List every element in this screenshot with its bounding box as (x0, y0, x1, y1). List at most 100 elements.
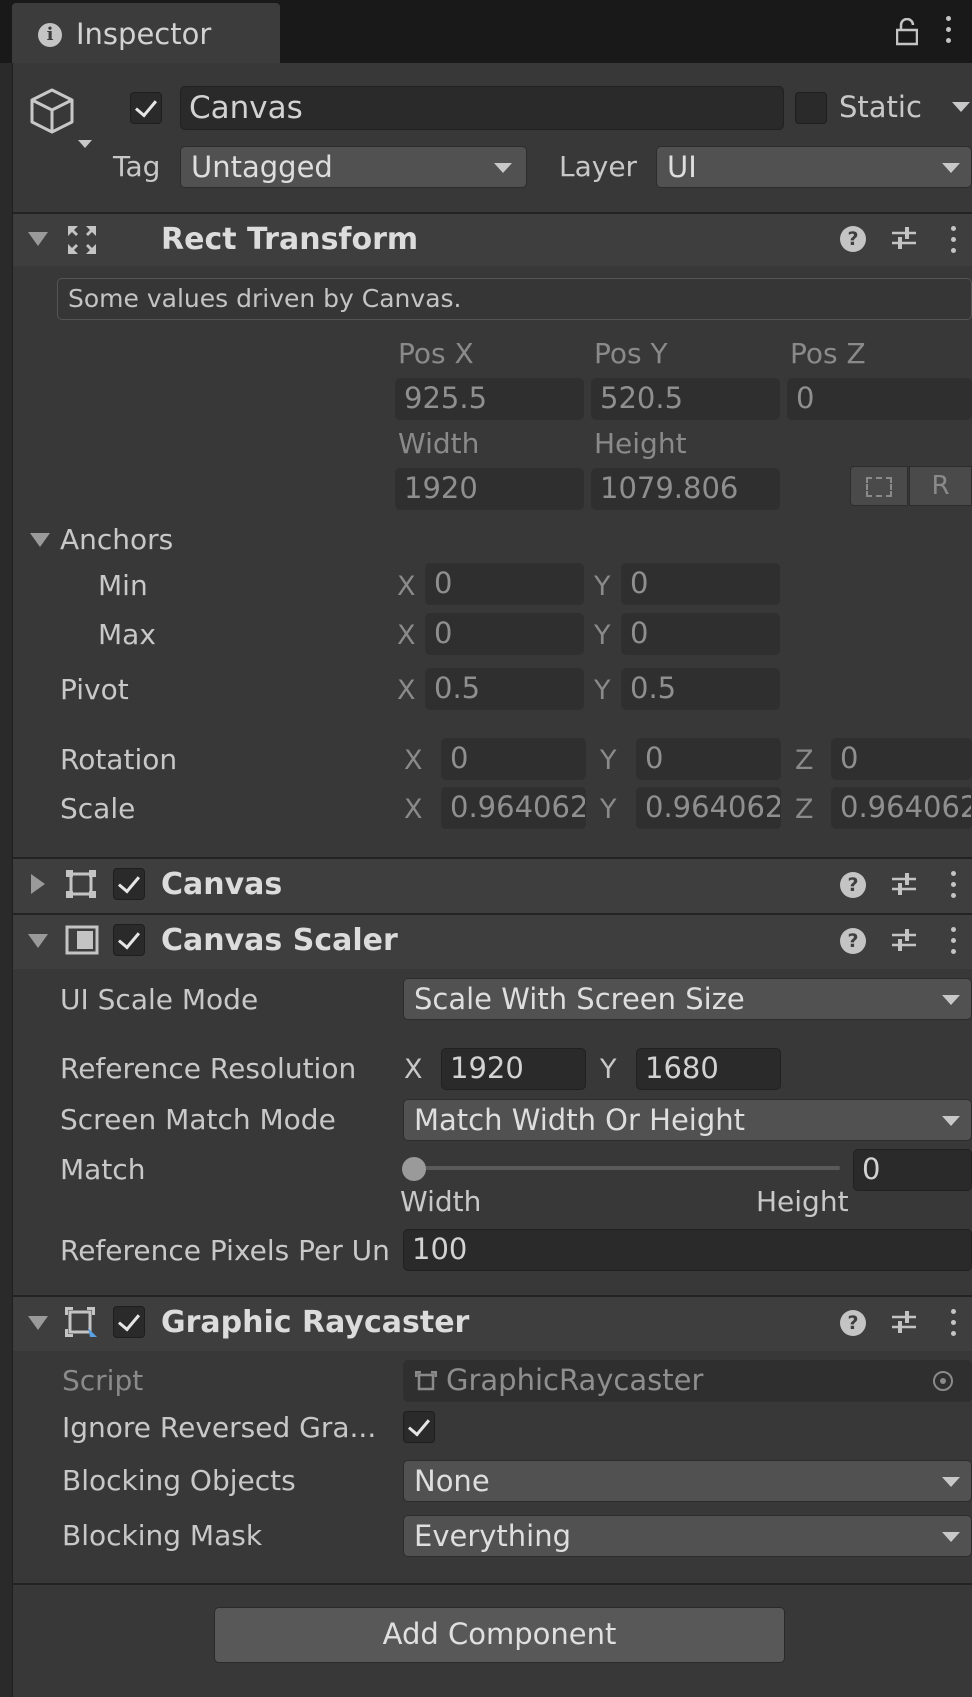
pos-y-field[interactable]: 520.5 (591, 378, 780, 420)
kebab-menu-icon[interactable] (951, 927, 957, 955)
match-slider-thumb[interactable] (402, 1157, 426, 1181)
match-max-label: Height (756, 1185, 849, 1218)
axis-x-label: X (404, 794, 423, 825)
blocking-mask-dropdown[interactable]: Everything (403, 1515, 972, 1557)
axis-z-label: Z (795, 745, 814, 776)
height-field[interactable]: 1079.806 (591, 468, 780, 510)
axis-y-label: Y (600, 1054, 617, 1085)
scale-x-field[interactable]: 0.964062 (441, 787, 586, 829)
raw-edit-button[interactable]: R (909, 466, 972, 506)
reference-resolution-y-field[interactable]: 1680 (636, 1048, 781, 1090)
anchor-min-y-field[interactable]: 0 (621, 563, 780, 605)
anchor-max-x-field[interactable]: 0 (425, 613, 584, 655)
axis-y-label: Y (600, 745, 617, 776)
help-icon[interactable]: ? (840, 928, 866, 954)
ignore-reversed-graphics-label: Ignore Reversed Gra... (62, 1411, 377, 1444)
reference-pixels-per-unit-label: Reference Pixels Per Un (60, 1234, 390, 1267)
canvas-foldout-icon[interactable] (31, 874, 45, 894)
chevron-down-icon (942, 1477, 960, 1487)
static-label: Static (839, 90, 922, 124)
kebab-menu-icon[interactable] (951, 226, 957, 254)
kebab-menu-icon[interactable] (946, 16, 958, 48)
gameobject-cube-icon[interactable] (28, 86, 96, 154)
rotation-x-field[interactable]: 0 (441, 738, 586, 780)
blocking-objects-value: None (414, 1464, 490, 1498)
presets-icon[interactable] (890, 926, 918, 954)
graphic-raycaster-header[interactable] (13, 1295, 972, 1351)
pivot-label: Pivot (60, 673, 129, 706)
canvas-component-header[interactable] (13, 857, 972, 913)
ui-scale-mode-dropdown[interactable]: Scale With Screen Size (403, 978, 972, 1020)
kebab-menu-icon[interactable] (951, 871, 957, 899)
blocking-mask-label: Blocking Mask (62, 1519, 263, 1552)
help-icon[interactable]: ? (840, 872, 866, 898)
graphic-raycaster-foldout-icon[interactable] (28, 1316, 48, 1330)
tag-label: Tag (113, 150, 161, 183)
pivot-x-field[interactable]: 0.5 (425, 668, 584, 710)
pos-x-field[interactable]: 925.5 (395, 378, 584, 420)
reference-resolution-x-field[interactable]: 1920 (441, 1048, 586, 1090)
canvas-scaler-header[interactable] (13, 913, 972, 969)
tag-dropdown[interactable]: Untagged (180, 146, 527, 188)
static-dropdown-caret-icon[interactable] (952, 102, 970, 112)
pivot-y-field[interactable]: 0.5 (621, 668, 780, 710)
screen-match-mode-dropdown[interactable]: Match Width Or Height (403, 1099, 972, 1141)
ignore-reversed-graphics-checkbox[interactable] (403, 1411, 435, 1443)
anchors-foldout-icon[interactable] (30, 533, 50, 547)
chevron-down-icon (494, 163, 512, 173)
chevron-down-icon (942, 1116, 960, 1126)
pos-z-field[interactable]: 0 (787, 378, 972, 420)
match-min-label: Width (400, 1185, 482, 1218)
canvas-component-title: Canvas (161, 867, 283, 902)
anchor-max-label: Max (98, 618, 156, 651)
script-value: GraphicRaycaster (446, 1363, 704, 1397)
help-icon[interactable]: ? (840, 226, 866, 252)
presets-icon[interactable] (890, 1308, 918, 1336)
object-name-field[interactable]: Canvas (180, 86, 784, 130)
add-component-button[interactable]: Add Component (214, 1607, 785, 1663)
match-label: Match (60, 1153, 146, 1186)
rect-transform-header[interactable] (13, 212, 972, 266)
rect-transform-foldout-icon[interactable] (28, 232, 48, 246)
scale-y-field[interactable]: 0.964062 (636, 787, 781, 829)
canvas-scaler-enabled-checkbox[interactable] (113, 924, 145, 956)
rotation-y-field[interactable]: 0 (636, 738, 781, 780)
axis-x-label: X (397, 675, 416, 706)
graphic-raycaster-enabled-checkbox[interactable] (113, 1306, 145, 1338)
script-label: Script (62, 1364, 144, 1397)
blocking-objects-dropdown[interactable]: None (403, 1460, 972, 1502)
presets-icon[interactable] (890, 870, 918, 898)
axis-x-label: X (404, 1054, 423, 1085)
rotation-label: Rotation (60, 743, 178, 776)
object-picker-icon[interactable] (933, 1371, 953, 1391)
match-value-field[interactable]: 0 (853, 1149, 972, 1191)
width-field[interactable]: 1920 (395, 468, 584, 510)
static-checkbox[interactable] (795, 92, 827, 124)
scale-z-field[interactable]: 0.964062 (831, 787, 972, 829)
driven-notice: Some values driven by Canvas. (57, 278, 972, 320)
chevron-down-icon (942, 163, 960, 173)
canvas-enabled-checkbox[interactable] (113, 868, 145, 900)
rotation-z-field[interactable]: 0 (831, 738, 972, 780)
anchor-max-y-field[interactable]: 0 (621, 613, 780, 655)
axis-y-label: Y (594, 675, 611, 706)
layer-dropdown[interactable]: UI (656, 146, 972, 188)
object-active-checkbox[interactable] (130, 92, 162, 124)
pos-x-label: Pos X (398, 337, 474, 370)
lock-icon[interactable] (896, 18, 918, 46)
presets-icon[interactable] (890, 224, 918, 252)
canvas-scaler-foldout-icon[interactable] (28, 934, 48, 948)
tab-inspector[interactable]: i Inspector (12, 3, 280, 63)
axis-x-label: X (397, 620, 416, 651)
blueprint-mode-button[interactable] (850, 466, 908, 506)
script-object-field[interactable]: GraphicRaycaster (403, 1360, 972, 1402)
tag-dropdown-value: Untagged (191, 150, 333, 184)
anchor-min-x-field[interactable]: 0 (425, 563, 584, 605)
match-slider-track[interactable] (414, 1166, 840, 1170)
kebab-menu-icon[interactable] (951, 1309, 957, 1337)
graphic-raycaster-title: Graphic Raycaster (161, 1305, 470, 1340)
reference-pixels-per-unit-field[interactable]: 100 (403, 1229, 972, 1271)
section-divider (13, 1583, 972, 1585)
chevron-down-icon (942, 995, 960, 1005)
help-icon[interactable]: ? (840, 1310, 866, 1336)
